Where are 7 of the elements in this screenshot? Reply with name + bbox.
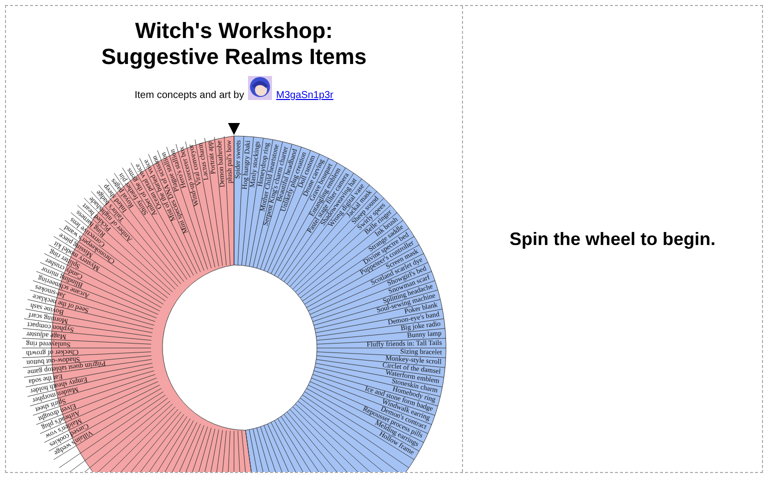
credit-text: Item concepts and art by bbox=[134, 90, 244, 101]
page-title: Suggestive Realms Items bbox=[101, 44, 367, 70]
author-link[interactable]: M3gaSn1p3r bbox=[276, 90, 334, 101]
result-text: Spin the wheel to begin. bbox=[509, 228, 716, 250]
page-title: Witch's Workshop: bbox=[135, 18, 333, 44]
wheel-pointer bbox=[228, 123, 240, 135]
avatar-icon bbox=[248, 76, 272, 100]
